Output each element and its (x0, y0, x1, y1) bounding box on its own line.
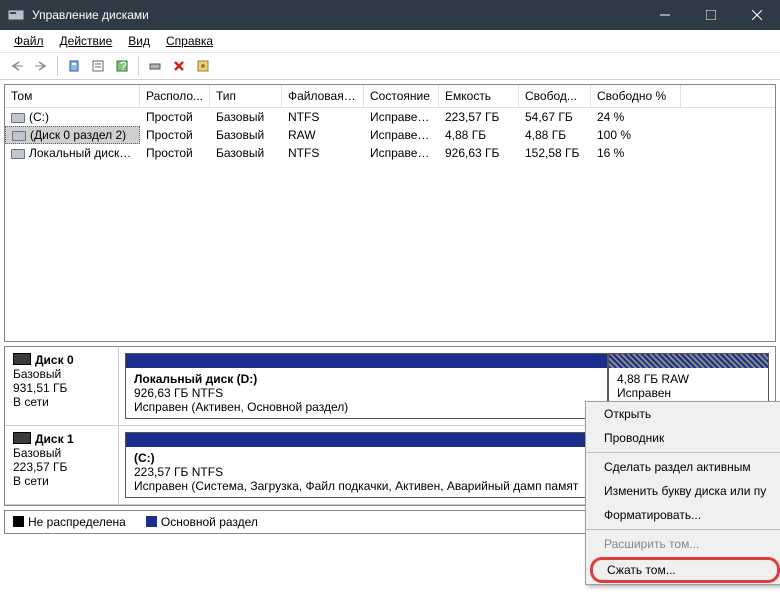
title-bar: Управление дисками (0, 0, 780, 30)
drive-icon (11, 113, 25, 123)
menu-file[interactable]: Файл (8, 32, 50, 50)
drive-icon (11, 149, 25, 159)
menu-help[interactable]: Справка (160, 32, 219, 50)
cell: 54,67 ГБ (519, 109, 591, 125)
column-header[interactable]: Располо... (140, 85, 210, 107)
ctx-shrink-volume[interactable]: Сжать том... (590, 557, 780, 583)
column-header[interactable]: Емкость (439, 85, 519, 107)
cell: Простой (140, 127, 210, 143)
ctx-open[interactable]: Открыть (586, 402, 780, 426)
close-button[interactable] (734, 0, 780, 30)
delete-icon[interactable] (168, 55, 190, 77)
window-title: Управление дисками (32, 8, 642, 22)
cell: NTFS (282, 145, 364, 161)
column-header[interactable]: Свободно % (591, 85, 681, 107)
cell: 16 % (591, 145, 681, 161)
refresh-icon[interactable] (63, 55, 85, 77)
ctx-make-active[interactable]: Сделать раздел активным (586, 455, 780, 479)
partition-cap (126, 354, 607, 368)
column-header[interactable]: Свобод... (519, 85, 591, 107)
minimize-button[interactable] (642, 0, 688, 30)
cell: 152,58 ГБ (519, 145, 591, 161)
cell: 4,88 ГБ (439, 127, 519, 143)
legend-primary: Основной раздел (161, 515, 258, 529)
cell: 24 % (591, 109, 681, 125)
cell: Простой (140, 109, 210, 125)
cell: 223,57 ГБ (439, 109, 519, 125)
cell: RAW (282, 127, 364, 143)
tool-icon[interactable] (144, 55, 166, 77)
cell: Простой (140, 145, 210, 161)
context-menu: Открыть Проводник Сделать раздел активны… (585, 401, 780, 585)
column-header[interactable]: Файловая с... (282, 85, 364, 107)
ctx-format[interactable]: Форматировать... (586, 503, 780, 527)
cell: Исправен... (364, 127, 439, 143)
settings-icon[interactable] (192, 55, 214, 77)
partition[interactable]: Локальный диск (D:)926,63 ГБ NTFSИсправе… (125, 353, 608, 419)
legend-unallocated: Не распределена (28, 515, 126, 529)
back-button[interactable] (6, 55, 28, 77)
properties-icon[interactable] (87, 55, 109, 77)
toolbar: ? (0, 52, 780, 80)
volume-table: ТомРасполо...ТипФайловая с...СостояниеЕм… (4, 84, 776, 342)
cell: 100 % (591, 127, 681, 143)
drive-icon (12, 131, 26, 141)
partition-cap (609, 354, 768, 368)
column-header[interactable]: Состояние (364, 85, 439, 107)
disk-info: Диск 1Базовый223,57 ГБВ сети (5, 426, 119, 504)
app-icon (8, 8, 24, 22)
cell: Исправен... (364, 109, 439, 125)
ctx-change-letter[interactable]: Изменить букву диска или пу (586, 479, 780, 503)
menu-view[interactable]: Вид (122, 32, 156, 50)
cell: Базовый (210, 109, 282, 125)
svg-text:?: ? (120, 59, 127, 73)
cell: NTFS (282, 109, 364, 125)
cell: (C:) (5, 109, 140, 125)
table-header: ТомРасполо...ТипФайловая с...СостояниеЕм… (5, 85, 775, 108)
menu-bar: Файл Действие Вид Справка (0, 30, 780, 52)
table-row[interactable]: Локальный диск (...ПростойБазовыйNTFSИсп… (5, 144, 775, 162)
table-row[interactable]: (C:)ПростойБазовыйNTFSИсправен...223,57 … (5, 108, 775, 126)
disk-icon (13, 353, 31, 365)
column-header[interactable]: Тип (210, 85, 282, 107)
cell: 926,63 ГБ (439, 145, 519, 161)
column-header[interactable]: Том (5, 85, 140, 107)
cell: (Диск 0 раздел 2) (5, 126, 140, 144)
ctx-explorer[interactable]: Проводник (586, 426, 780, 450)
cell: Базовый (210, 145, 282, 161)
ctx-extend-volume: Расширить том... (586, 532, 780, 556)
help-icon[interactable]: ? (111, 55, 133, 77)
menu-action[interactable]: Действие (54, 32, 119, 50)
forward-button[interactable] (30, 55, 52, 77)
table-row[interactable]: (Диск 0 раздел 2)ПростойБазовыйRAWИсправ… (5, 126, 775, 144)
disk-icon (13, 432, 31, 444)
disk-info: Диск 0Базовый931,51 ГБВ сети (5, 347, 119, 425)
cell: 4,88 ГБ (519, 127, 591, 143)
partition-body: Локальный диск (D:)926,63 ГБ NTFSИсправе… (126, 368, 607, 418)
cell: Базовый (210, 127, 282, 143)
cell: Исправен... (364, 145, 439, 161)
maximize-button[interactable] (688, 0, 734, 30)
cell: Локальный диск (... (5, 145, 140, 161)
